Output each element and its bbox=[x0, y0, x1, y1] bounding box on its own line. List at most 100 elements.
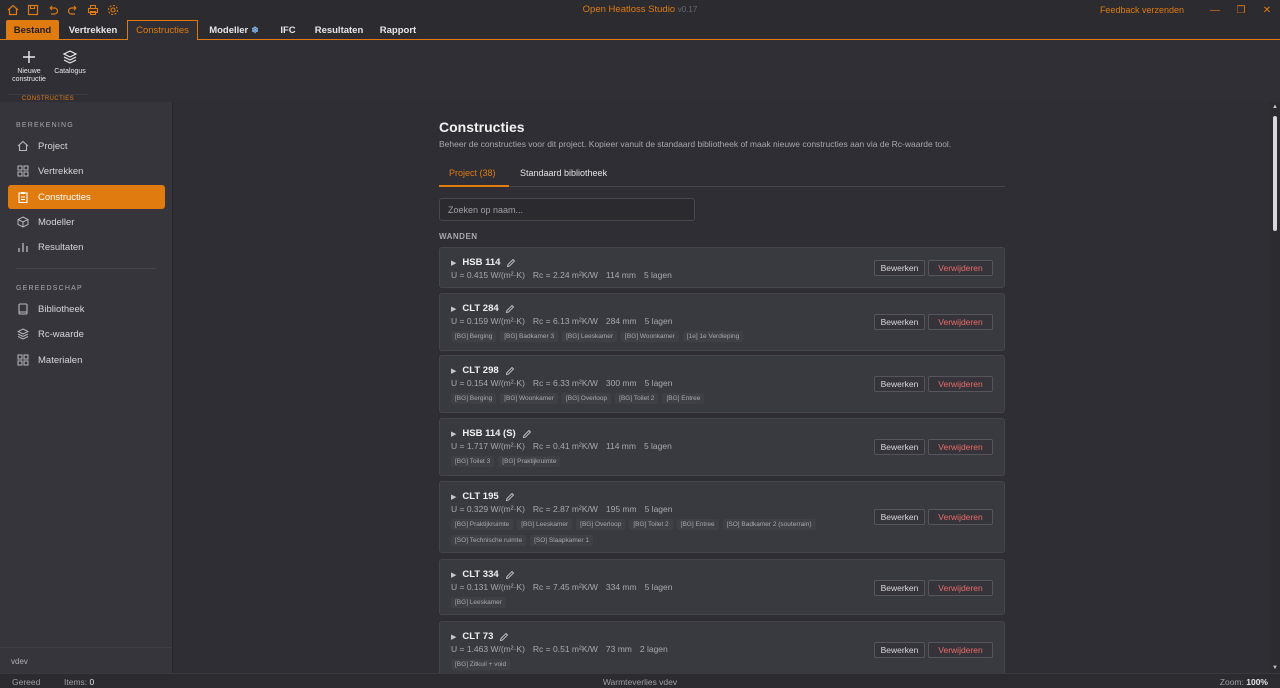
construction-card[interactable]: ▶ CLT 73 U = 1.463 W/(m²·K) Rc = 0.51 m²K/… bbox=[439, 621, 1005, 673]
settings-icon[interactable] bbox=[106, 4, 119, 17]
pencil-icon[interactable] bbox=[505, 492, 515, 502]
grid-icon bbox=[16, 164, 30, 178]
book-icon bbox=[16, 302, 30, 316]
room-tag: [BG] Woonkamer bbox=[621, 331, 679, 342]
edit-button[interactable]: Bewerken bbox=[874, 580, 925, 596]
edit-button[interactable]: Bewerken bbox=[874, 260, 925, 276]
redo-icon[interactable] bbox=[66, 4, 79, 17]
vertical-scrollbar[interactable]: ▲ ▼ bbox=[1270, 102, 1280, 673]
new-construction-button[interactable]: Nieuwe constructie bbox=[9, 47, 49, 83]
tab-modeller[interactable]: Modeller ❄ bbox=[203, 20, 265, 40]
room-tag: [BG] Entree bbox=[662, 393, 705, 404]
sidebar-item-label: Constructies bbox=[38, 191, 91, 203]
status-bar: Gereed Items: 0 Warmteverlies vdev Zoom:… bbox=[0, 673, 1280, 688]
close-icon[interactable]: ✕ bbox=[1254, 0, 1280, 20]
construction-card[interactable]: ▶ CLT 298 U = 0.154 W/(m²·K) Rc = 6.33 m²K… bbox=[439, 355, 1005, 413]
rc-value: Rc = 6.13 m²K/W bbox=[532, 316, 598, 326]
sidebar-item-project[interactable]: Project bbox=[8, 134, 165, 158]
tab-constructies[interactable]: Constructies bbox=[127, 20, 198, 41]
room-tag: [BG] Praktijkruimte bbox=[451, 519, 514, 530]
print-icon[interactable] bbox=[86, 4, 99, 17]
tab-standard-library[interactable]: Standaard bibliotheek bbox=[520, 168, 607, 178]
construction-card[interactable]: ▶ CLT 195 U = 0.329 W/(m²·K) Rc = 2.87 m²K… bbox=[439, 481, 1005, 553]
app-title-text: Open Heatloss Studio bbox=[582, 4, 676, 15]
tab-project[interactable]: Project (38) bbox=[449, 168, 496, 178]
sidebar-item-vertrekken[interactable]: Vertrekken bbox=[8, 159, 165, 183]
catalog-button[interactable]: Catalogus bbox=[50, 47, 90, 76]
room-tag: [BG] Toilet 2 bbox=[629, 519, 673, 530]
construction-card[interactable]: ▶ HSB 114 U = 0.415 W/(m²·K) Rc = 2.24 m²K… bbox=[439, 247, 1005, 288]
delete-button[interactable]: Verwijderen bbox=[928, 509, 993, 525]
expand-icon[interactable]: ▶ bbox=[451, 305, 456, 313]
expand-icon[interactable]: ▶ bbox=[451, 571, 456, 579]
tab-resultaten[interactable]: Resultaten bbox=[310, 20, 368, 40]
sidebar-item-constructies[interactable]: Constructies bbox=[8, 185, 165, 209]
app-version: v0.17 bbox=[677, 5, 698, 14]
pencil-icon[interactable] bbox=[522, 429, 532, 439]
scrollbar-thumb[interactable] bbox=[1273, 116, 1277, 231]
undo-icon[interactable] bbox=[46, 4, 59, 17]
delete-button[interactable]: Verwijderen bbox=[928, 439, 993, 455]
edit-button[interactable]: Bewerken bbox=[874, 439, 925, 455]
expand-icon[interactable]: ▶ bbox=[451, 259, 456, 267]
delete-button[interactable]: Verwijderen bbox=[928, 314, 993, 330]
minimize-icon[interactable]: — bbox=[1202, 0, 1228, 20]
sidebar-item-bibliotheek[interactable]: Bibliotheek bbox=[8, 297, 165, 321]
delete-button[interactable]: Verwijderen bbox=[928, 376, 993, 392]
sidebar-item-modeller[interactable]: Modeller bbox=[8, 210, 165, 234]
construction-stats: U = 0.415 W/(m²·K) Rc = 2.24 m²K/W 114 mm 5… bbox=[451, 270, 680, 280]
room-tags: [BG] Berging [BG] Badkamer 3 [BG] Leeska… bbox=[451, 331, 871, 347]
tab-rapport[interactable]: Rapport bbox=[375, 20, 421, 40]
zoom-value: 100% bbox=[1246, 677, 1268, 687]
room-tag: [BG] Overloop bbox=[576, 519, 626, 530]
save-icon[interactable] bbox=[26, 4, 39, 17]
expand-icon[interactable]: ▶ bbox=[451, 367, 456, 375]
construction-card[interactable]: ▶ CLT 284 U = 0.159 W/(m²·K) Rc = 6.13 m²K… bbox=[439, 293, 1005, 351]
search-input[interactable]: Zoeken op naam... bbox=[439, 198, 695, 221]
layer-count: 5 lagen bbox=[644, 378, 673, 388]
sidebar-item-materialen[interactable]: Materialen bbox=[8, 348, 165, 372]
room-tags: [BG] Zitkuil + void bbox=[451, 659, 871, 673]
delete-button[interactable]: Verwijderen bbox=[928, 642, 993, 658]
room-tags: [BG] Leeskamer bbox=[451, 597, 871, 613]
thickness: 334 mm bbox=[605, 582, 637, 592]
home-icon[interactable] bbox=[6, 4, 19, 17]
scroll-up-icon[interactable]: ▲ bbox=[1272, 104, 1278, 110]
construction-stats: U = 0.154 W/(m²·K) Rc = 6.33 m²K/W 300 mm 5… bbox=[451, 378, 680, 388]
tab-ifc[interactable]: IFC bbox=[273, 20, 303, 40]
pencil-icon[interactable] bbox=[505, 366, 515, 376]
room-tags: [BG] Toilet 3 [BG] Praktijkruimte bbox=[451, 456, 871, 472]
sidebar-item-resultaten[interactable]: Resultaten bbox=[8, 235, 165, 259]
delete-button[interactable]: Verwijderen bbox=[928, 580, 993, 596]
pencil-icon[interactable] bbox=[505, 570, 515, 580]
pencil-icon[interactable] bbox=[499, 632, 509, 642]
new-construction-label-2: constructie bbox=[12, 75, 46, 83]
restore-icon[interactable]: ❐ bbox=[1228, 0, 1254, 20]
edit-button[interactable]: Bewerken bbox=[874, 509, 925, 525]
pencil-icon[interactable] bbox=[505, 304, 515, 314]
page-title: Constructies bbox=[439, 119, 525, 135]
u-value: U = 1.717 W/(m²·K) bbox=[451, 441, 525, 451]
delete-button[interactable]: Verwijderen bbox=[928, 260, 993, 276]
layer-count: 5 lagen bbox=[644, 582, 673, 592]
expand-icon[interactable]: ▶ bbox=[451, 633, 456, 641]
expand-icon[interactable]: ▶ bbox=[451, 430, 456, 438]
bar-chart-icon bbox=[16, 240, 30, 254]
catalog-label: Catalogus bbox=[54, 68, 86, 75]
tab-vertrekken[interactable]: Vertrekken bbox=[64, 20, 122, 40]
edit-button[interactable]: Bewerken bbox=[874, 376, 925, 392]
tab-bestand[interactable]: Bestand bbox=[6, 20, 59, 40]
edit-button[interactable]: Bewerken bbox=[874, 314, 925, 330]
scroll-down-icon[interactable]: ▼ bbox=[1272, 665, 1278, 671]
construction-card[interactable]: ▶ HSB 114 (S) U = 1.717 W/(m²·K) Rc = 0.41… bbox=[439, 418, 1005, 476]
sidebar-item-rc-waarde[interactable]: Rc-waarde bbox=[8, 322, 165, 346]
expand-icon[interactable]: ▶ bbox=[451, 493, 456, 501]
pencil-icon[interactable] bbox=[506, 258, 516, 268]
construction-name: CLT 195 bbox=[462, 491, 499, 502]
edit-button[interactable]: Bewerken bbox=[874, 642, 925, 658]
construction-card[interactable]: ▶ CLT 334 U = 0.131 W/(m²·K) Rc = 7.45 m²K… bbox=[439, 559, 1005, 615]
room-tag: [SO] Badkamer 2 (souterrain) bbox=[722, 519, 816, 530]
feedback-link[interactable]: Feedback verzenden bbox=[1100, 5, 1184, 15]
room-tags: [BG] Praktijkruimte [BG] Leeskamer [BG] … bbox=[451, 519, 871, 551]
new-construction-label-1: Nieuwe bbox=[17, 68, 41, 75]
